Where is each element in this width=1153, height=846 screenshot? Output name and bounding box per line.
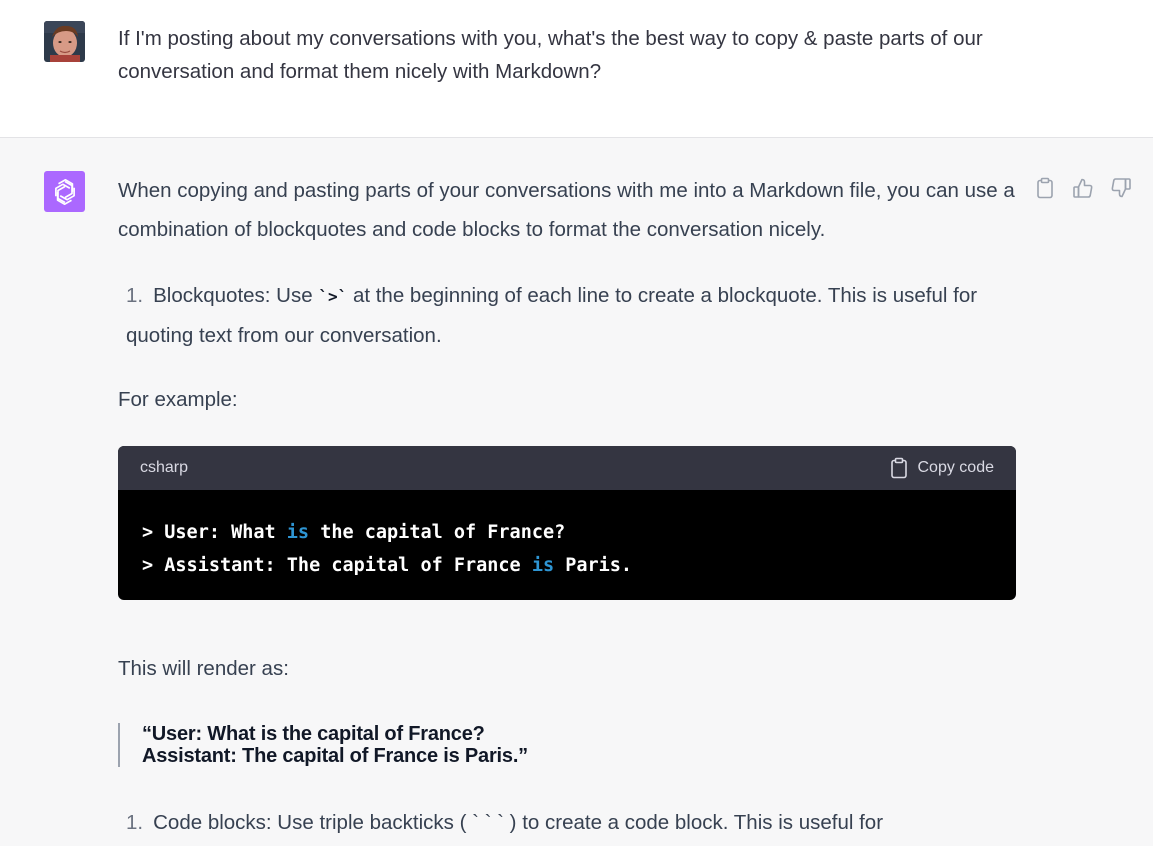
- clipboard-icon: [890, 457, 907, 479]
- list-item: 1. Code blocks: Use triple backticks ( ` …: [126, 804, 1006, 843]
- code-keyword: is: [531, 555, 555, 576]
- rendered-blockquote: “User: What is the capital of France? As…: [118, 723, 528, 767]
- copy-message-button[interactable]: [1031, 176, 1059, 200]
- code-keyword: is: [286, 522, 310, 543]
- list-number: 1.: [126, 284, 144, 307]
- code-language: csharp: [140, 459, 189, 476]
- thumbs-up-icon: [1073, 178, 1093, 198]
- thumbs-down-button[interactable]: [1107, 176, 1135, 200]
- code-line: > User: What is the capital of France?: [142, 516, 992, 549]
- copy-code-button[interactable]: Copy code: [890, 457, 995, 479]
- code-text: Paris.: [554, 555, 633, 576]
- blockquote-line: Assistant: The capital of France is Pari…: [142, 745, 528, 767]
- list-item: 1. Blockquotes: Use `>` at the beginning …: [126, 277, 1006, 355]
- list-number: 1.: [126, 811, 144, 834]
- clipboard-icon: [1037, 177, 1053, 199]
- openai-logo-icon: [54, 178, 75, 205]
- copy-code-label: Copy code: [917, 459, 995, 476]
- code-text: > Assistant: The capital of France: [142, 555, 532, 576]
- user-avatar: [44, 21, 85, 62]
- render-as-text: This will render as:: [118, 657, 289, 680]
- list-item-text: Blockquotes: Use: [153, 284, 319, 307]
- user-photo-avatar: [44, 21, 85, 62]
- code-block: csharp Copy code > User: What is the cap…: [118, 446, 1016, 600]
- code-text: the capital of France?: [309, 522, 566, 543]
- code-content[interactable]: > User: What is the capital of France? > …: [118, 490, 1016, 600]
- for-example-text: For example:: [118, 388, 238, 411]
- user-message-text: If I'm posting about my conversations wi…: [118, 27, 983, 83]
- code-block-header: csharp Copy code: [118, 446, 1016, 490]
- assistant-intro: When copying and pasting parts of your c…: [118, 179, 1015, 241]
- assistant-avatar: [44, 171, 85, 212]
- message-actions: [1031, 176, 1135, 200]
- thumbs-down-icon: [1111, 178, 1131, 198]
- thumbs-up-button[interactable]: [1069, 176, 1097, 200]
- blockquote-line: “User: What is the capital of France?: [142, 723, 485, 745]
- inline-code: `>`: [318, 287, 348, 306]
- assistant-message: When copying and pasting parts of your c…: [0, 138, 1153, 846]
- code-text: > User: What: [142, 522, 287, 543]
- user-message: If I'm posting about my conversations wi…: [0, 0, 1153, 138]
- code-line: > Assistant: The capital of France is Pa…: [142, 549, 992, 582]
- list-item-text: Code blocks: Use triple backticks ( ` ` …: [153, 811, 884, 834]
